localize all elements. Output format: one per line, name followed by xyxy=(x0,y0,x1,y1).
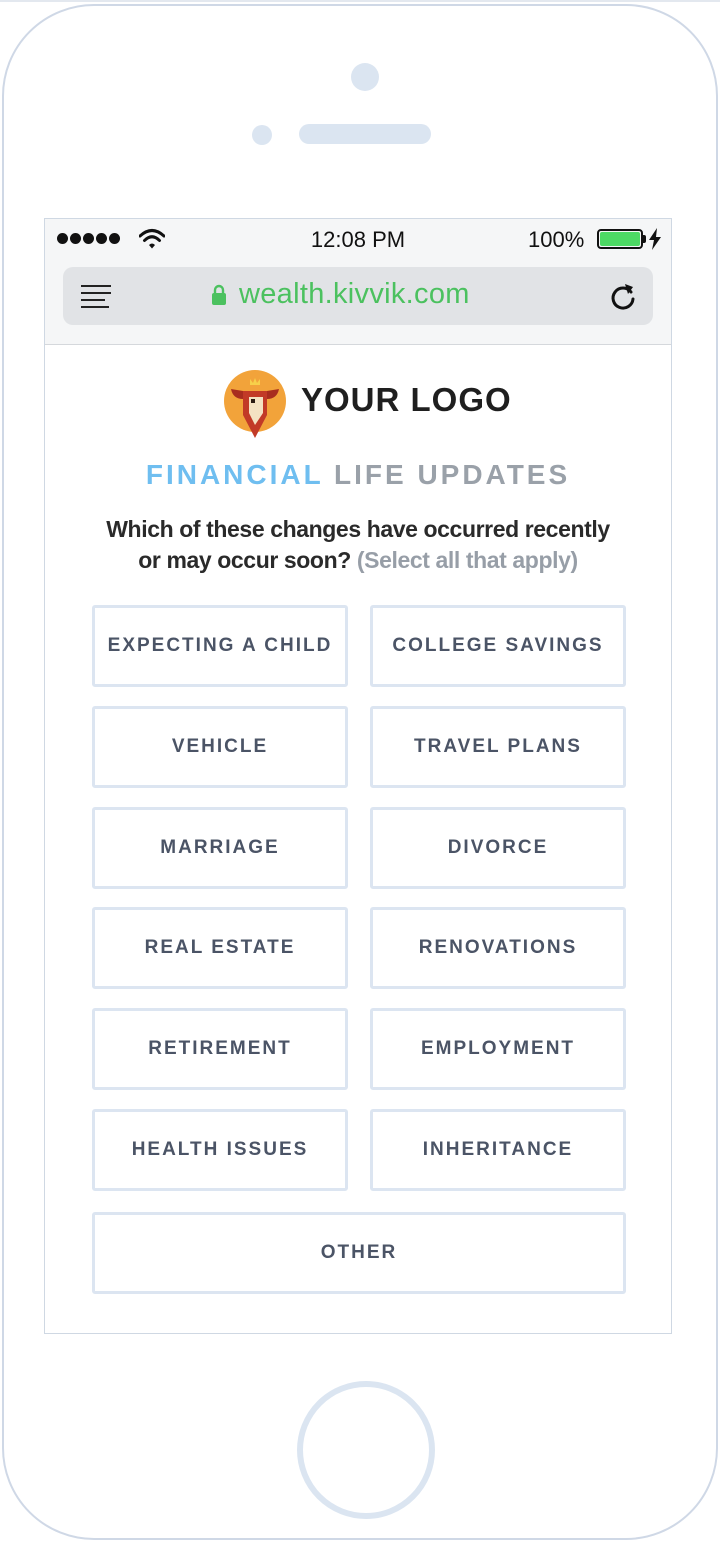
battery-nub xyxy=(643,235,646,243)
title-rest: LIFE UPDATES xyxy=(334,459,571,490)
question-text: Which of these changes have occurred rec… xyxy=(45,514,671,576)
menu-icon[interactable] xyxy=(81,285,111,308)
page-title: FINANCIAL LIFE UPDATES xyxy=(45,459,671,491)
option-employment[interactable]: EMPLOYMENT xyxy=(370,1008,626,1090)
address-bar[interactable]: wealth.kivvik.com xyxy=(63,267,653,325)
lock-icon xyxy=(212,284,226,305)
option-health-issues[interactable]: HEALTH ISSUES xyxy=(92,1109,348,1191)
logo-text: YOUR LOGO xyxy=(301,381,512,418)
option-expecting-a-child[interactable]: EXPECTING A CHILD xyxy=(92,605,348,687)
question-hint: (Select all that apply) xyxy=(356,547,578,573)
option-marriage[interactable]: MARRIAGE xyxy=(92,807,348,889)
charging-bolt-icon xyxy=(649,228,661,250)
option-retirement[interactable]: RETIREMENT xyxy=(92,1008,348,1090)
battery-percentage: 100% xyxy=(528,227,585,252)
question-line-2: or may occur soon? xyxy=(138,547,351,573)
status-bar: 12:08 PM 100% xyxy=(45,219,671,259)
option-renovations[interactable]: RENOVATIONS xyxy=(370,907,626,989)
option-travel-plans[interactable]: TRAVEL PLANS xyxy=(370,706,626,788)
question-line-1: Which of these changes have occurred rec… xyxy=(106,516,610,542)
url-text[interactable]: wealth.kivvik.com xyxy=(239,278,470,311)
earpiece-speaker xyxy=(299,124,431,144)
reload-icon[interactable] xyxy=(609,281,637,311)
option-other[interactable]: OTHER xyxy=(92,1212,626,1294)
option-real-estate[interactable]: REAL ESTATE xyxy=(92,907,348,989)
bull-logo-icon xyxy=(224,370,286,438)
question-line-2-row: or may occur soon? (Select all that appl… xyxy=(45,545,671,576)
front-camera xyxy=(351,63,379,91)
browser-chrome: 12:08 PM 100% wealth.kivvik.com xyxy=(45,219,671,345)
option-inheritance[interactable]: INHERITANCE xyxy=(370,1109,626,1191)
brand-header: YOUR LOGO xyxy=(223,369,523,439)
home-button[interactable] xyxy=(297,1381,435,1519)
phone-screen: 12:08 PM 100% wealth.kivvik.com YOUR LOG… xyxy=(44,218,672,1334)
option-college-savings[interactable]: COLLEGE SAVINGS xyxy=(370,605,626,687)
proximity-sensor xyxy=(252,125,272,145)
battery-icon xyxy=(597,229,643,249)
option-divorce[interactable]: DIVORCE xyxy=(370,807,626,889)
title-accent: FINANCIAL xyxy=(145,459,324,490)
background-edge xyxy=(0,0,720,2)
option-vehicle[interactable]: VEHICLE xyxy=(92,706,348,788)
